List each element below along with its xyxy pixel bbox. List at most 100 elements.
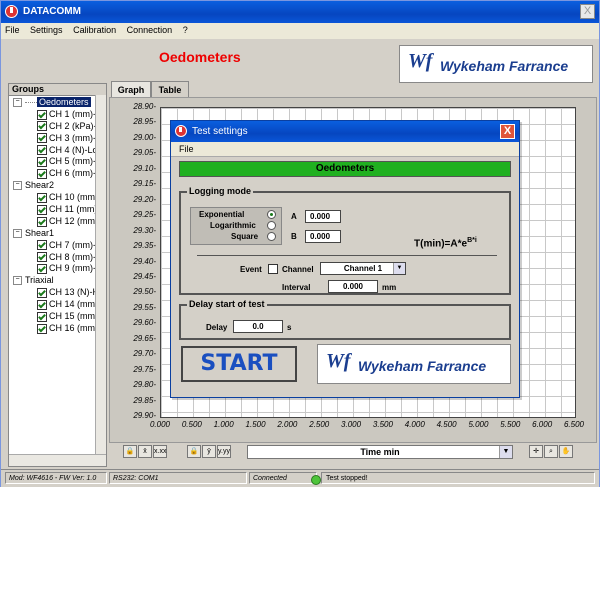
collapse-icon[interactable]: − xyxy=(13,276,22,286)
channel-checkbox[interactable] xyxy=(37,121,47,132)
formula-exponent: B*i xyxy=(467,237,477,244)
collapse-icon[interactable]: − xyxy=(13,181,22,191)
mode-square-label: Square xyxy=(231,232,259,241)
b-input[interactable]: 0.000 xyxy=(305,230,341,243)
tree-channel-label: CH 11 (mm)- xyxy=(49,204,101,215)
channel-checkbox[interactable] xyxy=(37,311,47,322)
tree-channel[interactable]: CH 12 (mm)- xyxy=(9,215,106,227)
channel-select[interactable]: Channel 1 ▼ xyxy=(320,262,406,275)
x-tick-label: 5.500 xyxy=(500,420,521,429)
tree-group-label: Oedometers xyxy=(37,97,91,107)
divider xyxy=(197,255,497,256)
interval-unit: mm xyxy=(382,283,397,292)
tree-channel-label: CH 8 (mm)- xyxy=(49,251,96,262)
crosshair-icon[interactable]: ✛ xyxy=(529,445,543,458)
x-format-icon[interactable]: x.xx xyxy=(153,445,167,458)
zoom-icon[interactable]: ⌕ xyxy=(544,445,558,458)
lock-icon[interactable]: 🔒 xyxy=(187,445,201,458)
event-checkbox[interactable] xyxy=(268,264,278,274)
status-connection: Connected xyxy=(249,472,317,484)
tree-channel[interactable]: CH 3 (mm)- xyxy=(9,132,106,144)
tree-group[interactable]: − Oedometers xyxy=(9,96,106,108)
tree-channel[interactable]: CH 15 (mm)- xyxy=(9,310,106,322)
channel-checkbox[interactable] xyxy=(37,287,47,298)
company-logo: Wf Wykeham Farrance xyxy=(399,45,593,83)
y-tick-label: 29.60- xyxy=(133,318,156,328)
logo-mark: Wf xyxy=(408,50,433,72)
dialog-menu-bar: File xyxy=(171,142,519,157)
mode-exponential-radio[interactable] xyxy=(267,210,276,219)
x-tick-label: 4.500 xyxy=(436,420,457,429)
connection-led-icon xyxy=(311,475,321,485)
menu-settings[interactable]: Settings xyxy=(26,23,67,35)
tree-channel[interactable]: CH 6 (mm)- xyxy=(9,167,106,179)
tree-channel[interactable]: CH 9 (mm)- xyxy=(9,262,106,275)
interval-input[interactable]: 0.000 xyxy=(328,280,378,293)
tree-channel[interactable]: CH 2 (kPa)-C xyxy=(9,120,106,132)
dialog-logo-mark: Wf xyxy=(326,350,351,372)
tree-channel[interactable]: CH 8 (mm)- xyxy=(9,251,106,263)
start-button[interactable]: START xyxy=(181,346,297,382)
tree-channel[interactable]: CH 13 (N)-H xyxy=(9,286,106,298)
x-axis-select[interactable]: Time min ▼ xyxy=(247,445,513,459)
channel-checkbox[interactable] xyxy=(37,216,47,227)
menu-file[interactable]: File xyxy=(1,23,24,35)
channel-checkbox[interactable] xyxy=(37,323,47,334)
tree-channel-label: CH 9 (mm)- xyxy=(49,263,96,274)
lock-icon[interactable]: 🔒 xyxy=(123,445,137,458)
tree-channel[interactable]: CH 4 (N)-Loa xyxy=(9,144,106,156)
channel-checkbox[interactable] xyxy=(37,264,47,275)
mode-square-radio[interactable] xyxy=(267,232,276,241)
tree-channel[interactable]: CH 14 (mm)- xyxy=(9,298,106,310)
channel-checkbox[interactable] xyxy=(37,133,47,144)
tree-group[interactable]: − Shear2 xyxy=(9,179,106,191)
logging-mode-frame: Logging mode Exponential Logarithmic Squ… xyxy=(179,186,511,295)
channel-checkbox[interactable] xyxy=(37,252,47,263)
delay-frame: Delay start of test Delay 0.0 s xyxy=(179,299,511,340)
tree-channel[interactable]: CH 7 (mm)- xyxy=(9,239,106,251)
channel-checkbox[interactable] xyxy=(37,204,47,215)
dialog-app-icon xyxy=(175,125,187,137)
x-scale-icon[interactable]: x̄ xyxy=(138,445,152,458)
x-tick-label: 1.000 xyxy=(213,420,234,429)
channel-checkbox[interactable] xyxy=(37,299,47,310)
y-format-icon[interactable]: y.yy xyxy=(217,445,231,458)
channel-checkbox[interactable] xyxy=(37,192,47,203)
close-window-button[interactable]: X xyxy=(580,4,595,19)
menu-help[interactable]: ? xyxy=(179,23,192,35)
delay-input[interactable]: 0.0 xyxy=(233,320,283,333)
event-label: Event xyxy=(240,265,262,274)
channel-checkbox[interactable] xyxy=(37,168,47,179)
groups-horizontal-scrollbar[interactable] xyxy=(9,454,106,466)
collapse-icon[interactable]: − xyxy=(13,228,22,238)
menu-calibration[interactable]: Calibration xyxy=(69,23,120,35)
collapse-icon[interactable]: − xyxy=(13,98,22,108)
channel-checkbox[interactable] xyxy=(37,145,47,156)
tree-channel[interactable]: CH 11 (mm)- xyxy=(9,203,106,215)
tree-channel[interactable]: CH 16 (mm)- xyxy=(9,322,106,334)
tree-group[interactable]: − Shear1 xyxy=(9,227,106,239)
groups-vertical-scrollbar[interactable] xyxy=(95,95,106,455)
status-test: Test stopped! xyxy=(321,472,595,484)
channel-checkbox[interactable] xyxy=(37,240,47,251)
dialog-logo-text: Wykeham Farrance xyxy=(358,358,487,374)
chevron-down-icon: ▼ xyxy=(393,263,405,274)
dialog-close-button[interactable]: X xyxy=(500,124,515,139)
dialog-title: Test settings xyxy=(192,126,248,137)
tree-channel[interactable]: CH 1 (mm)-H xyxy=(9,108,106,120)
app-icon xyxy=(5,5,18,18)
x-tick-label: 6.500 xyxy=(563,420,585,429)
menu-connection[interactable]: Connection xyxy=(123,23,177,35)
tree-channel[interactable]: CH 5 (mm)- xyxy=(9,155,106,168)
tab-graph[interactable]: Graph xyxy=(111,81,151,98)
mode-logarithmic-radio[interactable] xyxy=(267,221,276,230)
channel-checkbox[interactable] xyxy=(37,109,47,120)
tab-table[interactable]: Table xyxy=(151,81,189,98)
pan-hand-icon[interactable]: ✋ xyxy=(559,445,573,458)
dialog-menu-file[interactable]: File xyxy=(179,144,194,154)
tree-channel[interactable]: CH 10 (mm)- xyxy=(9,191,106,203)
y-scale-icon[interactable]: ȳ xyxy=(202,445,216,458)
tree-group[interactable]: − Triaxial xyxy=(9,274,106,286)
a-input[interactable]: 0.000 xyxy=(305,210,341,223)
channel-checkbox[interactable] xyxy=(37,157,47,168)
